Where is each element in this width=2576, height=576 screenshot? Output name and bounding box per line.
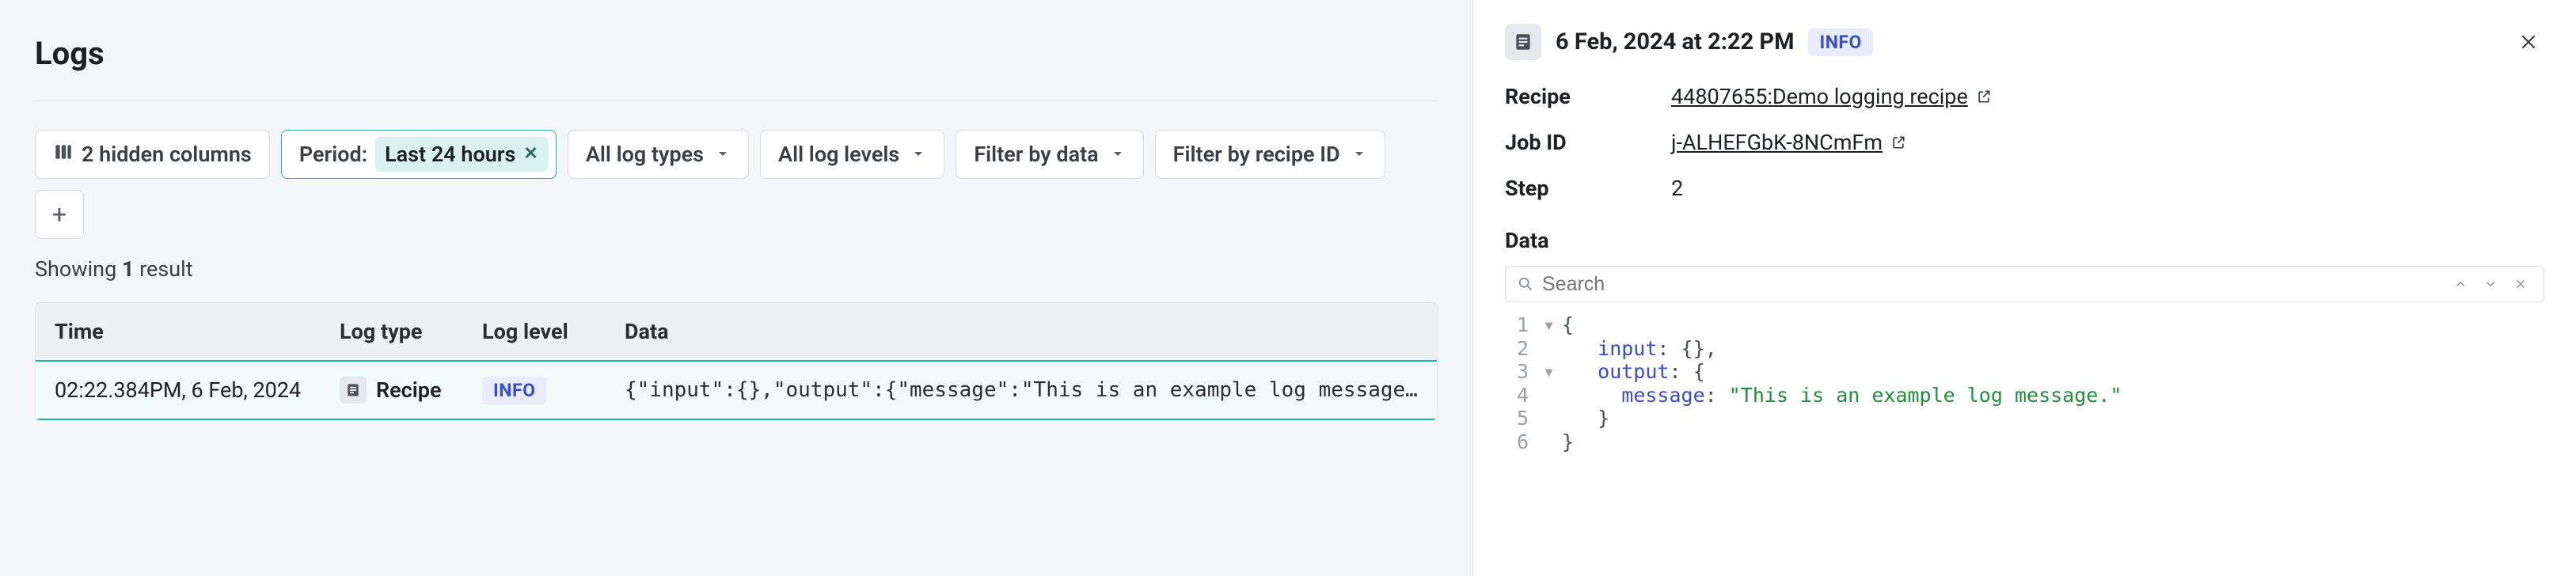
period-value-tag: Last 24 hours ✕ — [375, 137, 548, 172]
log-table: Time Log type Log level Data 02:22.384PM… — [35, 302, 1438, 421]
meta-label-step: Step — [1505, 176, 1671, 201]
filter-by-data-label: Filter by data — [974, 142, 1098, 167]
code-text: : — [1705, 384, 1729, 407]
result-prefix: Showing — [35, 256, 122, 282]
add-filter-button[interactable]: + — [35, 190, 84, 239]
result-number: 1 — [122, 256, 135, 282]
external-link-icon — [1890, 135, 1906, 150]
chevron-down-icon — [1351, 142, 1367, 167]
code-line: 6 } — [1505, 430, 2544, 454]
code-line: 1▾{ — [1505, 313, 2544, 337]
code-text: : { — [1669, 360, 1704, 384]
hidden-columns-label: 2 hidden columns — [82, 142, 252, 167]
level-badge: INFO — [1808, 28, 1872, 56]
table-header-row: Time Log type Log level Data — [36, 303, 1437, 360]
data-search[interactable] — [1505, 266, 2544, 302]
col-time: Time — [36, 319, 321, 344]
search-clear-button[interactable] — [2506, 269, 2536, 299]
recipe-link[interactable]: 44807655:Demo logging recipe — [1671, 84, 1992, 109]
period-filter-chip[interactable]: Period: Last 24 hours ✕ — [281, 130, 557, 179]
meta-label-recipe: Recipe — [1505, 84, 1671, 109]
jobid-link[interactable]: j-ALHEFGbK-8NCmFm — [1671, 130, 1906, 155]
code-text: } — [1598, 407, 1609, 430]
log-types-filter[interactable]: All log types — [568, 130, 749, 179]
chevron-down-icon — [1110, 142, 1126, 167]
external-link-icon — [1976, 89, 1992, 104]
data-search-input[interactable] — [1542, 273, 2445, 296]
log-types-label: All log types — [586, 142, 704, 167]
table-row[interactable]: 02:22.384PM, 6 Feb, 2024 Recipe INFO {"i… — [36, 360, 1437, 420]
result-count: Showing 1 result — [35, 256, 1438, 282]
hidden-columns-chip[interactable]: 2 hidden columns — [35, 130, 270, 179]
search-next-button[interactable] — [2475, 269, 2506, 299]
chevron-down-icon — [910, 142, 926, 167]
cell-data: {"input":{},"output":{"message":"This is… — [606, 378, 1437, 402]
columns-icon — [53, 142, 74, 168]
code-key: input — [1598, 337, 1657, 361]
col-loglevel: Log level — [463, 319, 606, 344]
chevron-down-icon — [715, 142, 731, 167]
period-value-text: Last 24 hours — [385, 142, 515, 167]
detail-header: 6 Feb, 2024 at 2:22 PM INFO — [1505, 24, 2544, 60]
log-levels-filter[interactable]: All log levels — [760, 130, 944, 179]
filter-by-data[interactable]: Filter by data — [956, 130, 1143, 179]
meta-value-step: 2 — [1671, 176, 2544, 201]
chevron-down-icon — [2483, 277, 2498, 291]
code-key: output — [1598, 360, 1669, 384]
divider — [35, 100, 1438, 101]
code-line: 3▾ output: { — [1505, 360, 2544, 384]
detail-title: 6 Feb, 2024 at 2:22 PM — [1556, 28, 1794, 55]
close-icon — [2513, 277, 2528, 291]
code-key: message — [1621, 384, 1704, 407]
cell-loglevel: INFO — [463, 377, 606, 404]
cell-time: 02:22.384PM, 6 Feb, 2024 — [36, 377, 321, 403]
log-levels-label: All log levels — [778, 142, 899, 167]
jobid-link-text: j-ALHEFGbK-8NCmFm — [1671, 130, 1883, 155]
period-label: Period: — [299, 142, 367, 167]
recipe-link-text: 44807655:Demo logging recipe — [1671, 84, 1968, 109]
code-line: 4 message: "This is an example log messa… — [1505, 384, 2544, 407]
meta-label-jobid: Job ID — [1505, 130, 1671, 155]
page-title: Logs — [35, 35, 1438, 72]
recipe-icon — [340, 377, 367, 404]
detail-panel: 6 Feb, 2024 at 2:22 PM INFO Recipe 44807… — [1472, 0, 2576, 576]
close-button[interactable] — [2513, 26, 2544, 58]
filter-by-recipe-label: Filter by recipe ID — [1173, 142, 1340, 167]
json-viewer: 1▾{ 2 input: {}, 3▾ output: { 4 message:… — [1505, 313, 2544, 453]
code-line: 2 input: {}, — [1505, 337, 2544, 361]
chevron-up-icon — [2453, 277, 2468, 291]
code-text: } — [1562, 430, 1574, 454]
level-badge: INFO — [482, 377, 546, 404]
cell-logtype: Recipe — [321, 377, 463, 404]
search-icon — [1517, 275, 1534, 293]
search-prev-button[interactable] — [2445, 269, 2475, 299]
code-line: 5 } — [1505, 407, 2544, 430]
period-clear-icon[interactable]: ✕ — [523, 146, 538, 163]
filter-bar: 2 hidden columns Period: Last 24 hours ✕… — [35, 130, 1438, 239]
code-string: "This is an example log message." — [1729, 384, 2122, 407]
filter-by-recipe-id[interactable]: Filter by recipe ID — [1155, 130, 1385, 179]
col-logtype: Log type — [321, 319, 463, 344]
col-data: Data — [606, 319, 1437, 344]
recipe-icon — [1505, 24, 1541, 60]
data-heading: Data — [1505, 228, 2544, 253]
code-text: { — [1562, 313, 1574, 337]
result-suffix: result — [134, 256, 192, 282]
close-icon — [2518, 32, 2539, 52]
detail-meta: Recipe 44807655:Demo logging recipe Job … — [1505, 84, 2544, 201]
cell-logtype-text: Recipe — [376, 377, 442, 403]
plus-icon: + — [52, 199, 66, 229]
code-text: : {}, — [1657, 337, 1716, 361]
